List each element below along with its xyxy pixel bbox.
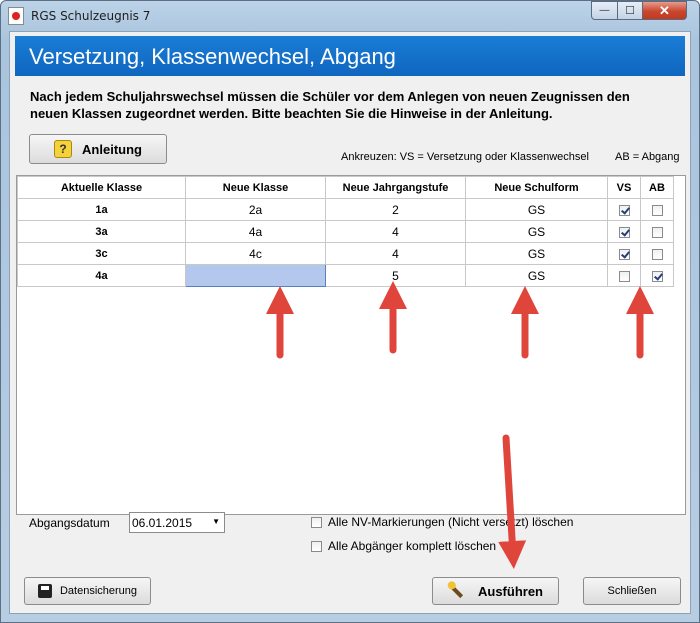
instructions-line-2: neuen Klassen zugeordnet werden. Bitte b… xyxy=(30,106,553,121)
close-button[interactable]: Schließen xyxy=(583,577,681,605)
question-icon: ? xyxy=(54,140,73,158)
table-row: 1a 2a 2 GS xyxy=(17,198,674,221)
vs-checkbox[interactable] xyxy=(618,270,630,282)
ab-checkbox[interactable] xyxy=(651,204,663,216)
maximize-icon: ☐ xyxy=(625,5,635,17)
cell-current-class[interactable]: 4a xyxy=(17,264,186,287)
floppy-disk-icon xyxy=(37,584,52,598)
hint-vs: Ankreuzen: VS = Versetzung oder Klassenw… xyxy=(341,151,589,163)
dialog-client: Versetzung, Klassenwechsel, Abgang Nach … xyxy=(9,31,691,614)
header-vs[interactable]: VS xyxy=(607,176,641,199)
class-table: Aktuelle Klasse Neue Klasse Neue Jahrgan… xyxy=(17,176,674,287)
help-button[interactable]: ? Anleitung xyxy=(29,134,167,164)
maximize-button[interactable]: ☐ xyxy=(617,1,643,20)
table-header-row: Aktuelle Klasse Neue Klasse Neue Jahrgan… xyxy=(17,176,674,199)
cell-vs xyxy=(607,242,641,265)
execute-button[interactable]: Ausführen xyxy=(432,577,559,605)
cell-school-form[interactable]: GS xyxy=(465,198,608,221)
chevron-down-icon: ▼ xyxy=(212,517,220,526)
cell-new-grade[interactable]: 5 xyxy=(325,264,466,287)
cell-current-class[interactable]: 3a xyxy=(17,220,186,243)
cell-new-class[interactable]: 2a xyxy=(185,198,326,221)
nv-markings-option[interactable]: Alle NV-Markierungen (Nicht versetzt) lö… xyxy=(311,515,573,529)
app-icon xyxy=(8,7,24,25)
backup-button-label: Datensicherung xyxy=(59,585,138,597)
header-ab[interactable]: AB xyxy=(640,176,674,199)
header-new-school-form[interactable]: Neue Schulform xyxy=(465,176,608,199)
cell-school-form[interactable]: GS xyxy=(465,242,608,265)
cell-new-class[interactable]: 4c xyxy=(185,242,326,265)
cell-ab xyxy=(640,198,674,221)
cell-ab xyxy=(640,220,674,243)
cell-current-class[interactable]: 3c xyxy=(17,242,186,265)
ab-checkbox[interactable] xyxy=(651,270,663,282)
ab-checkbox[interactable] xyxy=(651,248,663,260)
vs-checkbox[interactable] xyxy=(618,204,630,216)
vs-checkbox[interactable] xyxy=(618,248,630,260)
header-current-class[interactable]: Aktuelle Klasse xyxy=(17,176,186,199)
page-title: Versetzung, Klassenwechsel, Abgang xyxy=(29,44,396,69)
cell-ab xyxy=(640,264,674,287)
ab-checkbox[interactable] xyxy=(651,226,663,238)
help-button-label: Anleitung xyxy=(82,141,142,157)
magic-wand-icon xyxy=(448,583,464,599)
backup-button[interactable]: Datensicherung xyxy=(24,577,151,605)
cell-new-grade[interactable]: 4 xyxy=(325,242,466,265)
cell-new-class[interactable]: 4a xyxy=(185,220,326,243)
cell-vs xyxy=(607,264,641,287)
cell-vs xyxy=(607,220,641,243)
window-title: RGS Schulzeugnis 7 xyxy=(31,9,151,23)
minimize-icon: — xyxy=(599,5,610,16)
minimize-button[interactable]: — xyxy=(591,1,618,20)
departure-date-dropdown[interactable]: 06.01.2015 ▼ xyxy=(129,512,225,533)
close-icon: ✕ xyxy=(659,2,670,18)
cell-current-class[interactable]: 1a xyxy=(17,198,186,221)
table-row: 3a 4a 4 GS xyxy=(17,220,674,243)
execute-button-label: Ausführen xyxy=(478,583,543,599)
close-button-label: Schließen xyxy=(607,585,657,597)
cell-school-form[interactable]: GS xyxy=(465,264,608,287)
header-new-grade[interactable]: Neue Jahrgangstufe xyxy=(325,176,466,199)
class-assignment-grid: Aktuelle Klasse Neue Klasse Neue Jahrgan… xyxy=(16,175,686,515)
delete-leavers-option[interactable]: Alle Abgänger komplett löschen xyxy=(311,539,496,553)
delete-leavers-checkbox[interactable] xyxy=(311,540,322,552)
cell-new-class-selected[interactable] xyxy=(185,264,326,287)
header-new-class[interactable]: Neue Klasse xyxy=(185,176,326,199)
instructions-line-1: Nach jedem Schuljahrswechsel müssen die … xyxy=(30,89,630,104)
cell-new-grade[interactable]: 2 xyxy=(325,198,466,221)
table-row: 3c 4c 4 GS xyxy=(17,242,674,265)
close-window-button[interactable]: ✕ xyxy=(642,1,687,20)
departure-date-label: Abgangsdatum xyxy=(29,516,110,530)
cell-ab xyxy=(640,242,674,265)
table-row: 4a 5 GS xyxy=(17,264,674,287)
header-banner: Versetzung, Klassenwechsel, Abgang xyxy=(15,36,685,76)
delete-leavers-label: Alle Abgänger komplett löschen xyxy=(328,539,497,553)
nv-markings-label: Alle NV-Markierungen (Nicht versetzt) lö… xyxy=(328,515,574,529)
cell-school-form[interactable]: GS xyxy=(465,220,608,243)
hint-ab: AB = Abgang xyxy=(615,151,680,163)
vs-checkbox[interactable] xyxy=(618,226,630,238)
departure-date-value: 06.01.2015 xyxy=(132,516,193,530)
cell-new-grade[interactable]: 4 xyxy=(325,220,466,243)
instructions-text: Nach jedem Schuljahrswechsel müssen die … xyxy=(30,88,680,122)
app-window: RGS Schulzeugnis 7 — ☐ ✕ Versetzung, Kla… xyxy=(0,0,700,623)
nv-markings-checkbox[interactable] xyxy=(311,516,322,528)
cell-vs xyxy=(607,198,641,221)
title-bar: RGS Schulzeugnis 7 — ☐ ✕ xyxy=(1,1,699,31)
